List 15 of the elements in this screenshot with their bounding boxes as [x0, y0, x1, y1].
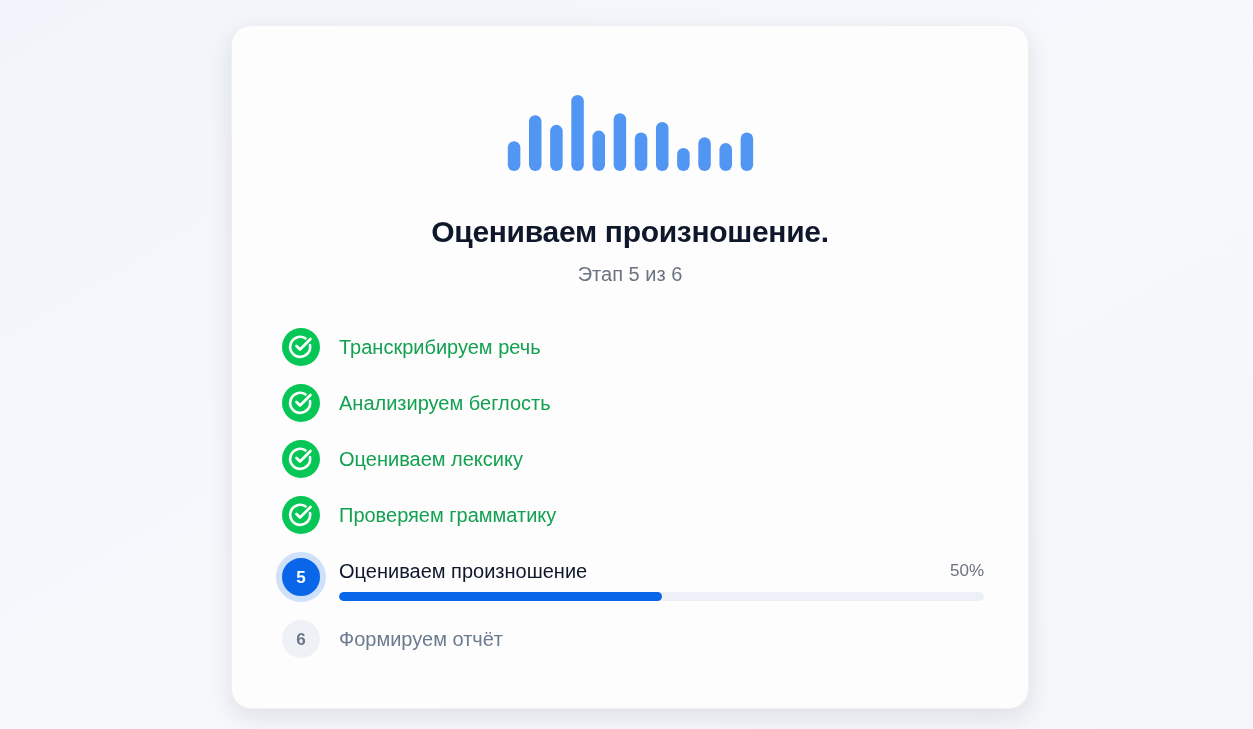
card-title: Оцениваем произношение.: [431, 214, 829, 250]
check-circle-icon: [282, 384, 320, 422]
step-counter: Этап 5 из 6: [577, 262, 683, 287]
step-label: Транскрибируем речь: [339, 335, 541, 359]
check-circle-icon: [282, 440, 320, 478]
step-label: Проверяем грамматику: [339, 503, 557, 527]
check-circle-icon: [282, 328, 320, 366]
step-number: 5: [276, 552, 326, 602]
progress-percent: 50%: [949, 560, 984, 582]
step-label: Оцениваем произношение: [339, 559, 588, 583]
step-label: Анализируем беглость: [339, 391, 551, 415]
step-label: Формируем отчёт: [339, 627, 504, 651]
step-number: 6: [282, 620, 320, 658]
check-circle-icon: [282, 496, 320, 534]
step-label: Оцениваем лексику: [339, 447, 523, 471]
